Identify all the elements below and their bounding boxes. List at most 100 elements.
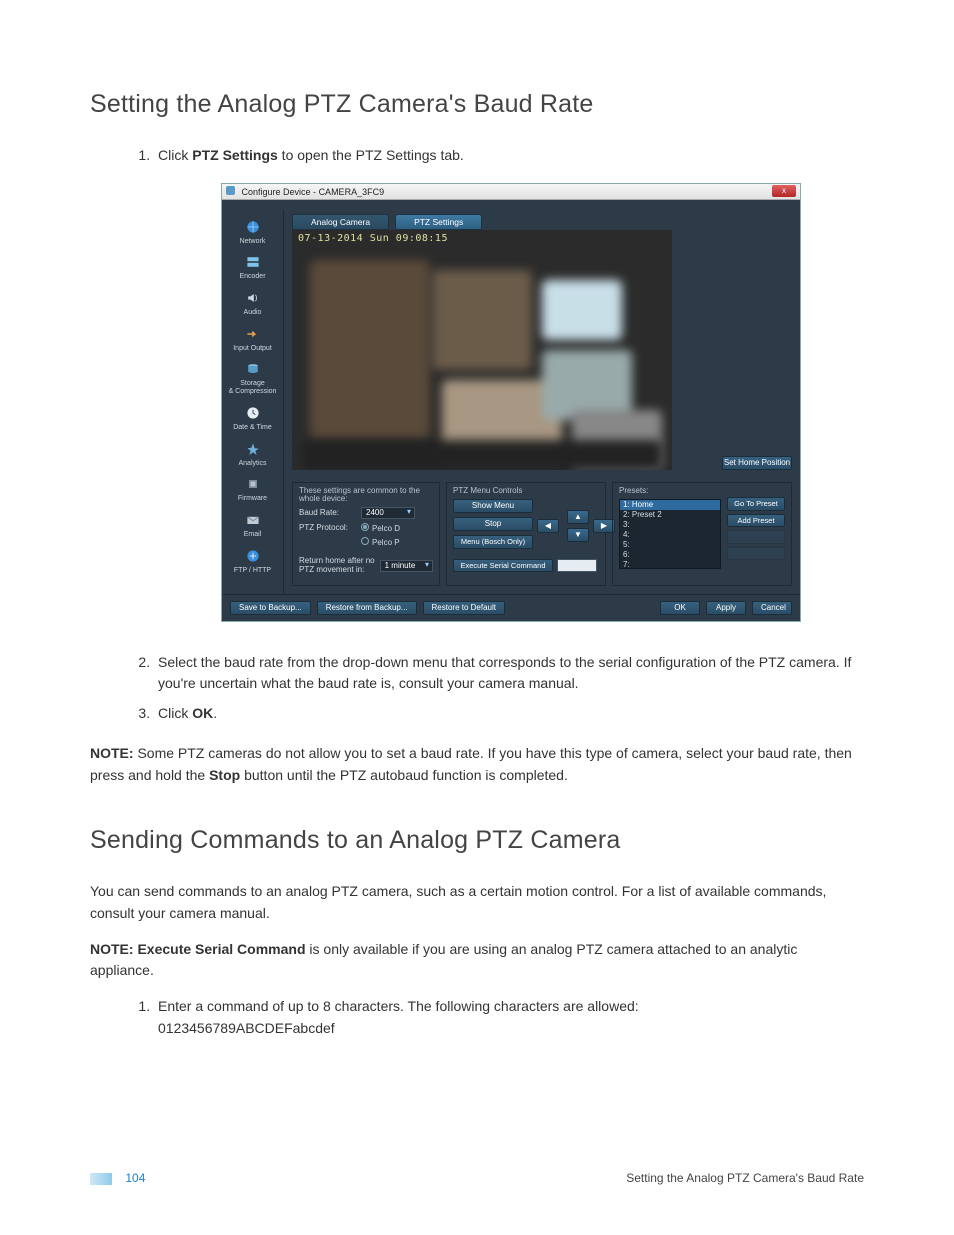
note-1-bold: Stop: [209, 767, 240, 783]
arrow-left-button[interactable]: ◀: [537, 519, 559, 533]
speaker-icon: [242, 289, 264, 307]
steps-list-2: Enter a command of up to 8 characters. T…: [154, 996, 864, 1039]
return-home-label-a: Return home after no: [299, 556, 375, 565]
dialog-title-prefix: Configure Device -: [242, 187, 319, 197]
sidebar-item-firmware[interactable]: Firmware: [222, 475, 283, 503]
go-to-preset-button[interactable]: Go To Preset: [727, 497, 785, 511]
close-button[interactable]: x: [772, 185, 796, 197]
dialog-main: Analog Camera PTZ Settings 07-13-2014 Su…: [284, 210, 800, 594]
sidebar-item-ftp[interactable]: FTP / HTTP: [222, 547, 283, 575]
preset-row[interactable]: 4:: [620, 530, 720, 540]
dialog-titlebar[interactable]: Configure Device - CAMERA_3FC9 x: [222, 184, 800, 200]
encoder-icon: [242, 253, 264, 271]
sidebar-label: Email: [244, 531, 262, 539]
sidebar: Network Encoder Audio Input Output: [222, 210, 284, 594]
radio-pelco-d[interactable]: Pelco D: [361, 523, 400, 533]
cancel-button[interactable]: Cancel: [752, 601, 792, 615]
sidebar-label: Analytics: [238, 460, 266, 468]
stop-button[interactable]: Stop: [453, 517, 533, 531]
sidebar-item-datetime[interactable]: Date & Time: [222, 404, 283, 432]
restore-default-button[interactable]: Restore to Default: [423, 601, 505, 615]
settings-panel: These settings are common to the whole d…: [292, 482, 440, 586]
page-footer-right: Setting the Analog PTZ Camera's Baud Rat…: [626, 1171, 864, 1185]
sidebar-label: FTP / HTTP: [234, 567, 271, 575]
radio-pelco-p[interactable]: Pelco P: [361, 537, 400, 547]
dialog-footer: Save to Backup... Restore from Backup...…: [222, 594, 800, 621]
restore-backup-button[interactable]: Restore from Backup...: [317, 601, 417, 615]
apply-button[interactable]: Apply: [706, 601, 746, 615]
para-send-commands: You can send commands to an analog PTZ c…: [90, 881, 864, 924]
preset-row[interactable]: 3:: [620, 520, 720, 530]
tab-ptz-settings[interactable]: PTZ Settings: [395, 214, 482, 231]
sidebar-item-encoder[interactable]: Encoder: [222, 253, 283, 281]
sidebar-label: Audio: [244, 309, 262, 317]
heading-sending-commands: Sending Commands to an Analog PTZ Camera: [90, 826, 864, 855]
bosch-menu-button[interactable]: Menu (Bosch Only): [453, 535, 533, 549]
sidebar-item-email[interactable]: Email: [222, 511, 283, 539]
show-menu-button[interactable]: Show Menu: [453, 499, 533, 513]
note-1: NOTE: Some PTZ cameras do not allow you …: [90, 743, 864, 786]
analytics-icon: [242, 440, 264, 458]
arrow-up-button[interactable]: ▲: [567, 510, 589, 524]
sidebar-item-network[interactable]: Network: [222, 218, 283, 246]
radio-p-label: Pelco P: [372, 538, 400, 547]
step-1-text-b: to open the PTZ Settings tab.: [278, 147, 464, 163]
sidebar-label: Firmware: [238, 495, 267, 503]
preset-list[interactable]: 1: Home 2: Preset 2 3: 4: 5: 6: 7: 8:: [619, 499, 721, 569]
save-backup-button[interactable]: Save to Backup...: [230, 601, 311, 615]
preset-row[interactable]: 5:: [620, 540, 720, 550]
step-b-1: Enter a command of up to 8 characters. T…: [154, 996, 864, 1039]
preset-row[interactable]: 7:: [620, 560, 720, 569]
tab-analog-camera[interactable]: Analog Camera: [292, 214, 389, 231]
radio-d-label: Pelco D: [372, 524, 400, 533]
ptz-menu-header: PTZ Menu Controls: [453, 487, 599, 495]
dialog-title-left: Configure Device - CAMERA_3FC9: [226, 186, 384, 197]
screenshot-figure: Configure Device - CAMERA_3FC9 x Network: [221, 183, 801, 622]
step-1: Click PTZ Settings to open the PTZ Setti…: [154, 145, 864, 622]
envelope-icon: [242, 511, 264, 529]
sidebar-item-storage[interactable]: Storage & Compression: [222, 360, 283, 395]
clock-icon: [242, 404, 264, 422]
presets-header: Presets:: [619, 487, 721, 495]
dialog-title-device: CAMERA_3FC9: [319, 187, 385, 197]
ok-button[interactable]: OK: [660, 601, 700, 615]
arrow-down-button[interactable]: ▼: [567, 528, 589, 542]
step-3-c: .: [213, 705, 217, 721]
settings-panel-header: These settings are common to the whole d…: [299, 487, 433, 503]
note-1-body-b: button until the PTZ autobaud function i…: [240, 767, 568, 783]
dialog-subheader: [222, 200, 800, 210]
page-footer-left: 104: [90, 1171, 145, 1185]
baud-rate-select[interactable]: 2400: [361, 507, 415, 519]
execute-serial-button[interactable]: Execute Serial Command: [453, 559, 553, 573]
sidebar-label: Date & Time: [233, 424, 272, 432]
preset-row[interactable]: 1: Home: [620, 500, 720, 510]
step-1-bold: PTZ Settings: [192, 147, 278, 163]
io-icon: [242, 325, 264, 343]
sidebar-item-analytics[interactable]: Analytics: [222, 440, 283, 468]
note-1-lead: NOTE:: [90, 745, 134, 761]
step-3-bold: OK: [192, 705, 213, 721]
chip-icon: [242, 475, 264, 493]
step-1-text-a: Click: [158, 147, 192, 163]
sidebar-item-audio[interactable]: Audio: [222, 289, 283, 317]
return-home-select[interactable]: 1 minute: [380, 560, 433, 572]
step-b-1-line2: 0123456789ABCDEFabcdef: [158, 1020, 335, 1036]
serial-command-input[interactable]: [557, 559, 597, 572]
radio-icon: [361, 523, 369, 531]
preset-row[interactable]: 6:: [620, 550, 720, 560]
sidebar-label: Input Output: [233, 345, 272, 353]
ptz-protocol-label: PTZ Protocol:: [299, 524, 357, 532]
steps-list-1: Click PTZ Settings to open the PTZ Setti…: [154, 145, 864, 725]
sidebar-item-io[interactable]: Input Output: [222, 325, 283, 353]
step-3: Click OK.: [154, 703, 864, 725]
video-timestamp: 07-13-2014 Sun 09:08:15: [298, 234, 448, 244]
step-3-a: Click: [158, 705, 192, 721]
dialog-window: Configure Device - CAMERA_3FC9 x Network: [221, 183, 801, 622]
ptz-menu-panel: PTZ Menu Controls Show Menu Stop Menu (B…: [446, 482, 606, 586]
page-number: 104: [125, 1171, 145, 1185]
set-home-button[interactable]: Set Home Position: [722, 456, 792, 470]
add-preset-button[interactable]: Add Preset: [727, 514, 785, 528]
preset-row[interactable]: 2: Preset 2: [620, 510, 720, 520]
note-2-lead: NOTE: Execute Serial Command: [90, 941, 306, 957]
page-mark-icon: [90, 1173, 112, 1185]
